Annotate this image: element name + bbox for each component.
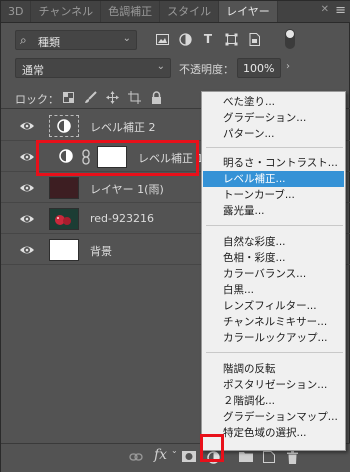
menu-item-photo-filter[interactable]: レンズフィルター... xyxy=(203,298,344,314)
menu-item-brightness-contrast[interactable]: 明るさ・コントラスト... xyxy=(203,155,344,171)
eye-icon[interactable] xyxy=(19,242,35,258)
eye-icon[interactable] xyxy=(19,180,35,196)
blend-mode-value: 通常 xyxy=(22,64,44,77)
filter-label: 種類 xyxy=(38,36,60,49)
lock-artboard-icon[interactable] xyxy=(127,90,141,104)
menu-separator xyxy=(206,352,343,353)
layer-name: レイヤー 1(雨) xyxy=(90,183,164,196)
menu-item-gradient-map[interactable]: グラデーションマップ... xyxy=(203,409,344,425)
search-icon: ⌕ xyxy=(20,33,27,47)
image-filter-icon[interactable] xyxy=(155,32,169,46)
menu-item-selective-color[interactable]: 特定色域の選択... xyxy=(203,425,344,441)
opacity-value: 100% xyxy=(243,62,275,75)
tab-bar: 3D チャンネル 色調補正 スタイル レイヤー ✕ ≡ xyxy=(1,1,350,23)
lock-position-move-icon[interactable] xyxy=(105,90,119,104)
menu-item-posterize[interactable]: ポスタリゼーション... xyxy=(203,377,344,393)
layers-panel: 3D チャンネル 色調補正 スタイル レイヤー ✕ ≡ ⌕ 種類 ⌄ T 通常 … xyxy=(0,0,350,472)
panel-menu-icon[interactable]: ≡ xyxy=(335,3,346,18)
eye-icon[interactable] xyxy=(19,118,35,134)
menu-item-hue-saturation[interactable]: 色相・彩度... xyxy=(203,250,344,266)
close-icon[interactable]: ✕ xyxy=(321,4,329,15)
menu-item-threshold[interactable]: ２階調化... xyxy=(203,393,344,409)
menu-item-pattern[interactable]: パターン... xyxy=(203,126,344,142)
photo-thumbnail xyxy=(49,208,79,230)
eye-icon[interactable] xyxy=(19,211,35,227)
menu-item-curves[interactable]: トーンカーブ... xyxy=(203,187,344,203)
trash-icon[interactable] xyxy=(287,451,298,467)
lock-pixels-brush-icon[interactable] xyxy=(83,90,97,104)
opacity-label: 不透明度： xyxy=(179,63,234,76)
new-group-folder-icon[interactable] xyxy=(239,451,253,465)
chevron-down-icon: ⌄ xyxy=(171,446,178,455)
filter-toggle[interactable] xyxy=(285,29,295,49)
lock-label: ロック： xyxy=(15,93,59,106)
adjustment-filter-icon[interactable] xyxy=(178,32,192,46)
tab-channels[interactable]: チャンネル xyxy=(31,1,102,22)
layer-name: 背景 xyxy=(90,245,112,258)
filter-icons: T xyxy=(155,32,261,46)
menu-separator xyxy=(206,147,343,148)
adjustment-layer-menu: べた塗り... グラデーション... パターン... 明るさ・コントラスト...… xyxy=(201,91,346,451)
layer-thumbnail xyxy=(49,239,79,261)
chevron-down-icon: ⌄ xyxy=(122,33,131,44)
menu-item-color-balance[interactable]: カラーバランス... xyxy=(203,266,344,282)
menu-item-gradient[interactable]: グラデーション... xyxy=(203,110,344,126)
layer-name: red-923216 xyxy=(90,212,154,225)
menu-item-exposure[interactable]: 露光量... xyxy=(203,203,344,219)
lock-transparency-icon[interactable] xyxy=(61,90,75,104)
fx-icon[interactable]: fx xyxy=(154,447,167,463)
chevron-down-icon: ⌄ xyxy=(156,61,165,72)
chevron-right-icon[interactable]: › xyxy=(286,61,290,72)
new-layer-icon[interactable] xyxy=(263,451,275,466)
highlight-box xyxy=(36,140,199,176)
menu-item-channel-mixer[interactable]: チャンネルミキサー... xyxy=(203,314,344,330)
menu-item-invert[interactable]: 階調の反転 xyxy=(203,361,344,377)
menu-item-levels[interactable]: レベル補正... xyxy=(203,171,344,187)
layer-thumbnail xyxy=(49,177,79,199)
menu-separator xyxy=(206,225,343,226)
type-filter-icon[interactable]: T xyxy=(201,32,215,46)
link-layers-icon[interactable] xyxy=(129,451,143,465)
blend-mode-select[interactable]: 通常 ⌄ xyxy=(15,58,171,78)
layer-kind-filter[interactable]: ⌕ 種類 ⌄ xyxy=(15,30,137,50)
layer-name: レベル補正 2 xyxy=(90,121,156,134)
lock-all-icon[interactable] xyxy=(149,90,163,104)
menu-item-color-lookup[interactable]: カラールックアップ... xyxy=(203,330,344,346)
eye-icon[interactable] xyxy=(19,149,35,165)
lock-icons xyxy=(61,90,163,104)
tab-styles[interactable]: スタイル xyxy=(160,1,220,22)
tab-layers[interactable]: レイヤー xyxy=(219,1,278,22)
tab-3d[interactable]: 3D xyxy=(1,1,32,22)
menu-item-black-white[interactable]: 白黒... xyxy=(203,282,344,298)
tab-adjustments[interactable]: 色調補正 xyxy=(101,1,161,22)
opacity-input[interactable]: 100% xyxy=(237,58,281,78)
smart-object-filter-icon[interactable] xyxy=(247,32,261,46)
highlight-box xyxy=(200,434,224,462)
menu-item-solid-color[interactable]: べた塗り... xyxy=(203,94,344,110)
menu-item-vibrance[interactable]: 自然な彩度... xyxy=(203,234,344,250)
add-mask-icon[interactable] xyxy=(182,451,196,465)
adjustment-thumbnail xyxy=(49,115,79,137)
shape-filter-icon[interactable] xyxy=(224,32,238,46)
